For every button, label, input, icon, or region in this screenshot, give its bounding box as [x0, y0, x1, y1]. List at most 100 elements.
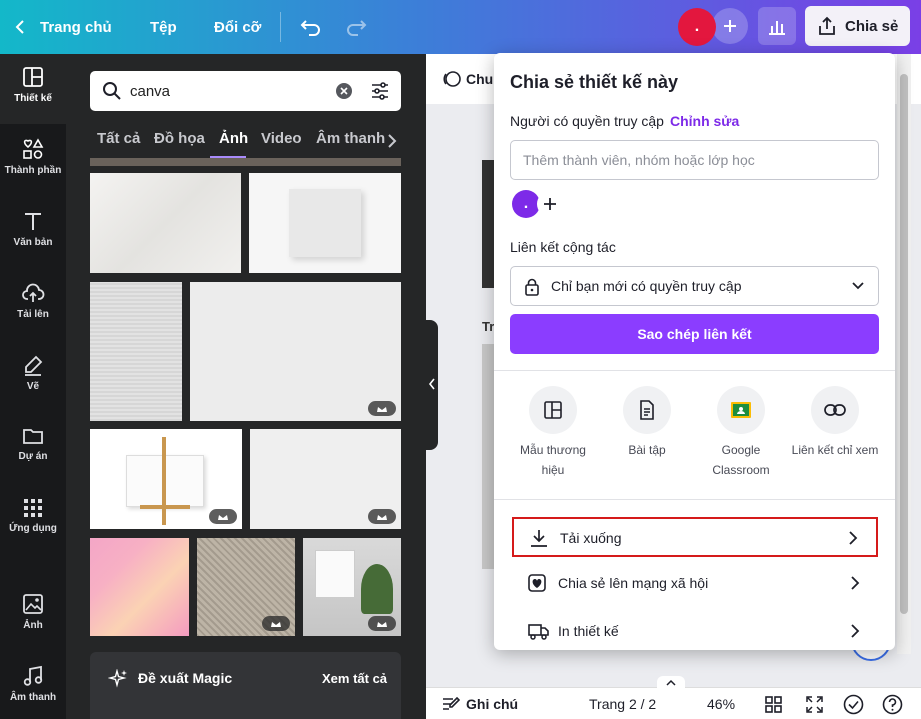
- add-member-button[interactable]: [537, 191, 563, 217]
- redo-button[interactable]: [345, 0, 367, 54]
- chevron-right-icon: [851, 576, 860, 590]
- resize-button[interactable]: Đổi cỡ: [214, 0, 261, 54]
- photo-thumbnail[interactable]: [303, 538, 401, 636]
- category-tabs: Tất cả Đồ họa Ảnh Video Âm thanh: [97, 126, 417, 160]
- option-icon-circle: [717, 386, 765, 434]
- brand-template-option[interactable]: Mẫu thương hiệu: [508, 386, 598, 480]
- rail-item-audio[interactable]: Âm thanh: [0, 653, 66, 719]
- layout-icon: [23, 67, 43, 87]
- rail-item-projects[interactable]: Dự án: [0, 414, 66, 484]
- edit-access-link[interactable]: Chỉnh sửa: [670, 113, 739, 129]
- rail-item-draw[interactable]: Vẽ: [0, 342, 66, 412]
- search-input[interactable]: [130, 81, 330, 101]
- print-design-row[interactable]: In thiết kế: [512, 612, 878, 650]
- download-row[interactable]: Tải xuống: [512, 517, 878, 557]
- rail-item-uploads[interactable]: Tải lên: [0, 270, 66, 340]
- see-all-link[interactable]: Xem tất cả: [322, 671, 387, 686]
- canvas-scrollbar[interactable]: [897, 54, 911, 654]
- photo-thumbnail[interactable]: [90, 158, 401, 166]
- file-menu-button[interactable]: Tệp: [150, 0, 177, 54]
- option-icon-circle: [811, 386, 859, 434]
- rail-label: Dự án: [18, 451, 48, 462]
- page-indicator[interactable]: Trang 2 / 2: [589, 696, 656, 712]
- photo-thumbnail[interactable]: [90, 429, 242, 529]
- rail-label: Văn bản: [13, 237, 53, 248]
- rail-label: Âm thanh: [9, 692, 57, 703]
- animate-icon[interactable]: [442, 69, 462, 89]
- chevron-up-icon: [666, 679, 676, 686]
- tab-all[interactable]: Tất cả: [97, 130, 140, 147]
- member-avatar[interactable]: .: [512, 190, 540, 218]
- photo-thumbnail[interactable]: [90, 538, 189, 636]
- fullscreen-icon[interactable]: [806, 696, 823, 713]
- bottom-bar: Ghi chú Trang 2 / 2 46%: [426, 676, 921, 719]
- text-icon: [25, 213, 41, 230]
- view-only-link-option[interactable]: Liên kết chỉ xem: [790, 386, 880, 460]
- share-social-row[interactable]: Chia sẻ lên mạng xã hội: [512, 564, 878, 604]
- rail-item-text[interactable]: Văn bản: [0, 198, 66, 268]
- tab-audio[interactable]: Âm thanh: [316, 130, 385, 147]
- toolbar-divider: [280, 12, 281, 42]
- scrollbar-thumb[interactable]: [900, 74, 908, 614]
- tab-graphics[interactable]: Đồ họa: [154, 130, 205, 147]
- premium-crown-icon: [368, 616, 396, 631]
- lock-icon: [525, 278, 539, 296]
- link-access-value: Chỉ bạn mới có quyền truy cập: [551, 278, 742, 294]
- check-circle-icon[interactable]: [843, 694, 864, 715]
- tab-photos[interactable]: Ảnh: [219, 130, 248, 147]
- photo-thumbnail[interactable]: [249, 173, 401, 273]
- rail-item-design[interactable]: Thiết kế: [0, 54, 66, 124]
- page-label: Tr: [482, 319, 495, 334]
- collapse-panel-handle[interactable]: [426, 320, 438, 450]
- search-icon: [103, 82, 121, 100]
- app-window: Trang chủ Tệp Đổi cỡ . Chia sẻ Thiết kế: [0, 0, 921, 719]
- copy-link-button[interactable]: Sao chép liên kết: [510, 314, 879, 354]
- google-classroom-option[interactable]: Google Classroom: [696, 386, 786, 480]
- zoom-level[interactable]: 46%: [707, 696, 735, 712]
- premium-crown-icon: [368, 401, 396, 416]
- rail-item-apps[interactable]: Ứng dụng: [0, 486, 66, 556]
- magic-suggestions-section: Đề xuất Magic Xem tất cả: [90, 652, 401, 719]
- photo-thumbnail[interactable]: [190, 282, 401, 421]
- expand-pages-button[interactable]: [657, 676, 685, 690]
- add-member-input[interactable]: [510, 140, 879, 180]
- access-label: Người có quyền truy cập: [510, 113, 664, 129]
- user-avatar[interactable]: .: [678, 8, 716, 46]
- photo-thumbnail[interactable]: [250, 429, 401, 529]
- plus-icon: [544, 198, 556, 210]
- option-label: Google Classroom: [712, 443, 770, 477]
- chevron-right-icon[interactable]: [387, 134, 397, 148]
- toolbar-label[interactable]: Chu: [466, 71, 493, 87]
- rail-item-photos[interactable]: Ảnh: [0, 581, 66, 651]
- top-bar: Trang chủ Tệp Đổi cỡ . Chia sẻ: [0, 0, 921, 54]
- photo-thumbnail[interactable]: [90, 282, 182, 421]
- undo-button[interactable]: [300, 0, 322, 54]
- assignment-option[interactable]: Bài tập: [602, 386, 692, 460]
- share-dialog: Chia sẻ thiết kế này Người có quyền truy…: [494, 53, 895, 650]
- apps-grid-icon: [24, 499, 42, 517]
- upload-cloud-icon: [22, 283, 45, 302]
- option-icon-circle: [623, 386, 671, 434]
- share-button[interactable]: Chia sẻ: [805, 6, 910, 46]
- home-label: Trang chủ: [40, 18, 112, 36]
- grid-view-icon[interactable]: [765, 696, 782, 713]
- premium-crown-icon: [209, 509, 237, 524]
- help-icon[interactable]: [882, 694, 903, 715]
- rail-label: Thành phần: [4, 165, 62, 176]
- clear-search-button[interactable]: [336, 83, 352, 99]
- filter-sliders-icon[interactable]: [370, 81, 390, 101]
- home-button[interactable]: Trang chủ: [12, 0, 112, 54]
- notes-button[interactable]: Ghi chú: [466, 696, 518, 712]
- photo-thumbnail[interactable]: [90, 173, 241, 273]
- google-classroom-icon: [731, 402, 751, 418]
- share-upload-icon: [819, 16, 835, 35]
- premium-crown-icon: [368, 509, 396, 524]
- photo-thumbnail[interactable]: [197, 538, 295, 636]
- insights-button[interactable]: [758, 7, 796, 45]
- rail-item-elements[interactable]: Thành phần: [0, 126, 66, 196]
- link-access-select[interactable]: Chỉ bạn mới có quyền truy cập: [510, 266, 879, 306]
- tab-videos[interactable]: Video: [261, 130, 302, 147]
- shapes-icon: [23, 138, 44, 159]
- add-collaborator-button[interactable]: [712, 8, 748, 44]
- truck-icon: [528, 624, 549, 640]
